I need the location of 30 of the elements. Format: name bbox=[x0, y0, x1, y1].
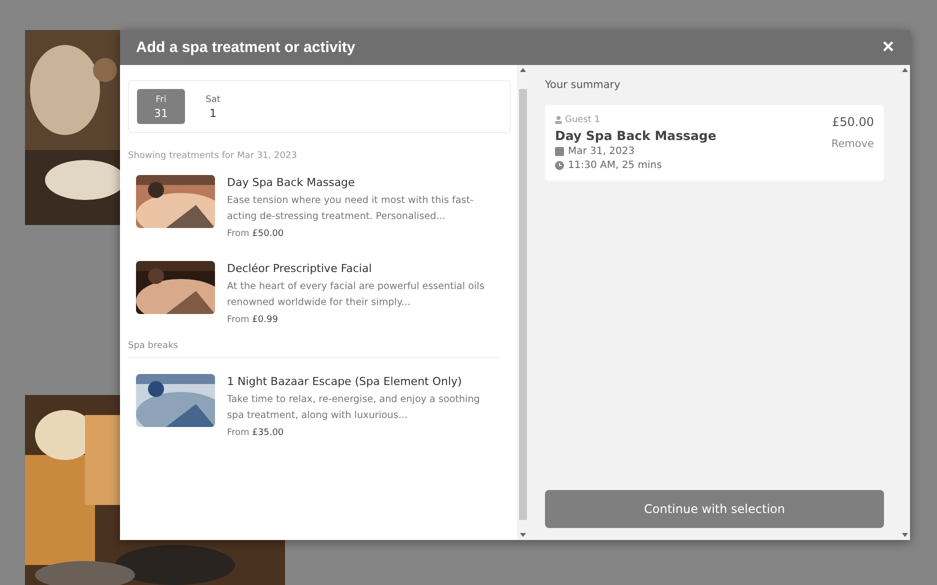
remove-link[interactable]: Remove bbox=[831, 138, 874, 150]
summary-title: Your summary bbox=[545, 79, 622, 91]
section-title: Spa breaks bbox=[128, 341, 501, 358]
date-tab[interactable]: Sat 1 bbox=[189, 89, 237, 124]
dialog-title: Add a spa treatment or activity bbox=[136, 39, 356, 56]
scroll-down-icon[interactable] bbox=[902, 533, 908, 537]
scroll-up-icon[interactable] bbox=[520, 68, 526, 72]
scrollbar-thumb[interactable] bbox=[519, 89, 527, 520]
scroll-up-icon[interactable] bbox=[902, 68, 908, 72]
person-icon bbox=[555, 116, 562, 124]
clock-icon bbox=[555, 161, 564, 170]
summary-time: 11:30 AM, 25 mins bbox=[568, 160, 662, 171]
treatment-description: Ease tension where you need it most with this fast-acting de-stressing treatment. Personalised... bbox=[227, 194, 474, 224]
showing-label: Showing treatments for Mar 31, 2023 bbox=[128, 151, 298, 161]
guest-label: Guest 1 bbox=[565, 115, 600, 125]
treatment-description: At the heart of every facial are powerful essential oils renowned worldwide for their simply... bbox=[227, 280, 486, 310]
continue-button[interactable]: Continue with selection bbox=[545, 490, 884, 528]
treatment-description: Take time to relax, re-energise, and enjoy a soothing spa treatment, along with luxurious... bbox=[227, 393, 481, 423]
treatment-name[interactable]: 1 Night Bazaar Escape (Spa Element Only) bbox=[227, 375, 495, 388]
treatment-price: From £50.00 bbox=[227, 229, 285, 239]
close-button[interactable]: × bbox=[882, 36, 894, 59]
treatment-name[interactable]: Decléor Prescriptive Facial bbox=[227, 262, 495, 275]
summary-price: £50.00 bbox=[831, 115, 874, 129]
summary-date: Mar 31, 2023 bbox=[568, 146, 635, 157]
treatment-name[interactable]: Day Spa Back Massage bbox=[227, 176, 495, 189]
summary-treatment: Day Spa Back Massage bbox=[555, 128, 716, 143]
scroll-down-icon[interactable] bbox=[520, 533, 526, 537]
date-tab[interactable]: Fri 31 bbox=[137, 89, 185, 124]
treatment-price: From £35.00 bbox=[227, 428, 285, 438]
treatment-price: From £0.99 bbox=[227, 315, 279, 325]
